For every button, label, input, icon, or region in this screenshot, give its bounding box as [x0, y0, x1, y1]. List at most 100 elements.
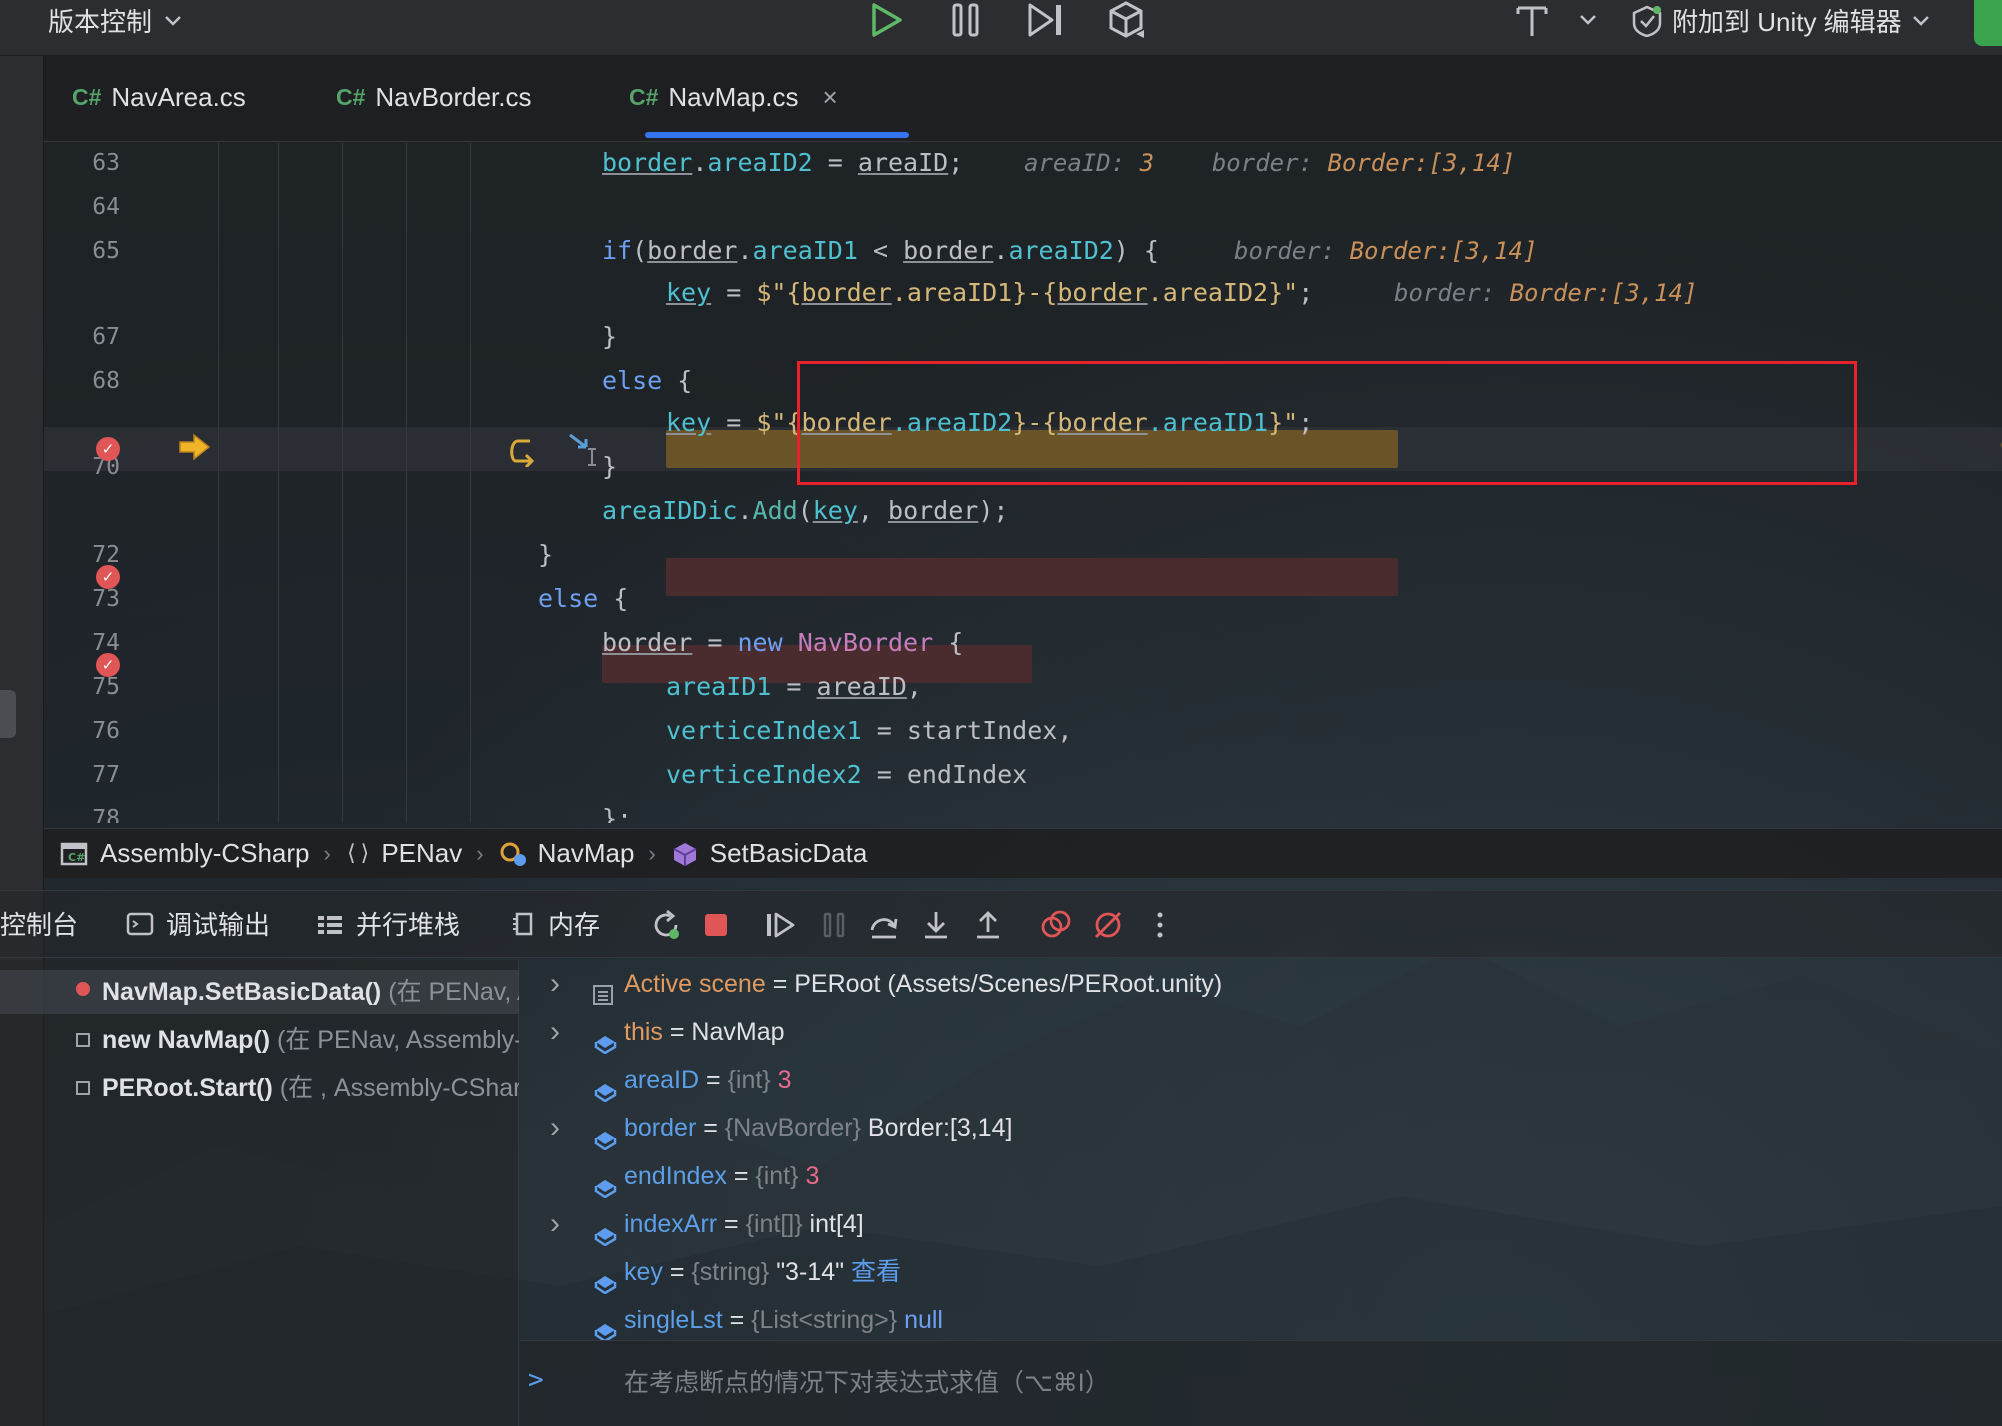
breakpoint-icon[interactable]: ✓	[96, 565, 120, 589]
frame-item[interactable]: new NavMap() (在 PENav, Assembly-CSharp)	[102, 1020, 519, 1060]
code-line[interactable]: 77 verticeIndex2 = endIndex	[44, 753, 2002, 797]
code-text[interactable]: areaID1 = areaID,	[666, 665, 922, 709]
code-text[interactable]: verticeIndex2 = endIndex	[666, 753, 1027, 797]
line-number[interactable]: 77	[44, 753, 120, 797]
debug-settings-button[interactable]	[1098, 0, 1154, 40]
attach-unity-button[interactable]: 附加到 Unity 编辑器	[1632, 2, 1930, 39]
breadcrumb-assembly[interactable]: C# Assembly-CSharp	[60, 838, 310, 869]
line-number[interactable]: 64	[44, 185, 120, 229]
active-frame-dot-icon	[76, 982, 90, 996]
code-token: ;	[948, 148, 964, 177]
set-next-statement-icon[interactable]	[566, 431, 606, 467]
line-number[interactable]: 68	[44, 359, 120, 403]
tab-debug-output[interactable]: 调试输出	[126, 905, 270, 942]
view-value-link[interactable]: 查看	[851, 1258, 901, 1286]
line-number[interactable]: 65	[44, 229, 120, 273]
code-token: (	[632, 236, 648, 265]
breadcrumb-class[interactable]: NavMap	[498, 838, 634, 869]
code-text[interactable]: border = new NavBorder {	[602, 621, 963, 665]
code-line[interactable]: key = $"{border.areaID1}-{border.areaID2…	[44, 271, 2002, 315]
chevron-right-icon[interactable]: ›	[550, 1200, 560, 1248]
variable-type: {int}	[727, 1066, 778, 1094]
breakpoint-icon[interactable]: ✓	[96, 437, 120, 461]
rerun-button[interactable]	[648, 907, 684, 943]
code-text[interactable]: border.areaID2 = areaID;	[602, 143, 963, 185]
run-button[interactable]	[858, 0, 914, 40]
variable-row[interactable]: singleLst = {List<string>} null	[520, 1296, 2002, 1340]
code-text[interactable]: }	[538, 533, 553, 577]
chevron-right-icon[interactable]: ›	[550, 1008, 560, 1056]
variable-row[interactable]: › border = {NavBorder} Border:[3,14]	[520, 1104, 2002, 1152]
chevron-right-icon[interactable]: ›	[550, 1104, 560, 1152]
step-button[interactable]	[1018, 0, 1074, 40]
code-line[interactable]: 63 border.areaID2 = areaID; areaID: 3 bord…	[44, 143, 2002, 185]
chevron-right-icon[interactable]: ›	[550, 960, 560, 1008]
pause-icon	[823, 912, 845, 938]
code-token: Add	[752, 496, 798, 525]
code-editor[interactable]: 63 border.areaID2 = areaID; areaID: 3 bord…	[44, 143, 2002, 823]
code-line[interactable]: 73 else {	[44, 577, 2002, 621]
breakpoint-icon[interactable]: ✓	[96, 653, 120, 677]
code-text[interactable]: if(border.areaID1 < border.areaID2) {	[602, 229, 1159, 273]
code-line[interactable]: 67}	[44, 315, 2002, 359]
code-text[interactable]: }	[602, 315, 617, 359]
line-number[interactable]: 63	[44, 143, 120, 185]
code-line[interactable]: 72}	[44, 533, 2002, 577]
tab-navborder[interactable]: C# NavBorder.cs	[336, 82, 531, 113]
step-out-button[interactable]	[970, 907, 1006, 943]
code-text[interactable]: verticeIndex1 = startIndex,	[666, 709, 1072, 753]
code-line[interactable]: 74 border = new NavBorder {	[44, 621, 2002, 665]
dropdown-button[interactable]	[1560, 0, 1616, 40]
code-text[interactable]: else {	[538, 577, 628, 621]
step-hook-icon[interactable]	[506, 433, 540, 467]
left-strip-indicator[interactable]	[0, 690, 16, 738]
variable-row[interactable]: key = {string} "3-14" 查看	[520, 1248, 2002, 1296]
frame-item[interactable]: PERoot.Start() (在 , Assembly-CSharp)	[102, 1068, 519, 1108]
view-breakpoints-button[interactable]	[1038, 907, 1074, 943]
code-line[interactable]: 65 if(border.areaID1 < border.areaID2) {b…	[44, 229, 2002, 273]
resume-button[interactable]	[762, 907, 798, 943]
code-line[interactable]: 64	[44, 185, 2002, 229]
stop-button[interactable]	[698, 907, 734, 943]
code-line[interactable]: 76 verticeIndex1 = startIndex,	[44, 709, 2002, 753]
vcs-menu[interactable]: 版本控制	[48, 2, 182, 39]
code-text[interactable]: key = $"{border.areaID1}-{border.areaID2…	[666, 271, 1313, 315]
run-indicator[interactable]	[1974, 0, 2002, 46]
tab-navarea[interactable]: C# NavArea.cs	[72, 82, 246, 113]
tab-navmap[interactable]: C# NavMap.cs ×	[629, 82, 838, 113]
code-line[interactable]: 78};	[44, 797, 2002, 823]
code-line[interactable]: 75 areaID1 = areaID,	[44, 665, 2002, 709]
code-text[interactable]: areaIDDic.Add(key, border);	[602, 489, 1008, 533]
pause-debug-button[interactable]	[816, 907, 852, 943]
code-token: .	[737, 496, 753, 525]
variable-row[interactable]: › Active scene = PERoot (Assets/Scenes/PE…	[520, 960, 2002, 1008]
tab-console[interactable]: 控制台	[0, 905, 78, 942]
close-icon[interactable]: ×	[822, 82, 837, 113]
line-number[interactable]: 78	[44, 797, 120, 823]
code-token: areaID2	[707, 148, 813, 177]
variable-text: Active scene = PERoot (Assets/Scenes/PER…	[624, 960, 1222, 1008]
tab-parallel-stacks[interactable]: 并行堆栈	[316, 905, 460, 942]
line-number[interactable]: 76	[44, 709, 120, 753]
evaluate-expression-input[interactable]: 在考虑断点的情况下对表达式求值（⌥⌘I）	[624, 1363, 1110, 1399]
step-into-button[interactable]	[918, 907, 954, 943]
code-token: border	[602, 148, 693, 177]
variable-row[interactable]: › this = NavMap	[520, 1008, 2002, 1056]
step-over-button[interactable]	[866, 907, 902, 943]
frame-item[interactable]: NavMap.SetBasicData() (在 PENav, Assembly…	[102, 972, 519, 1012]
code-text[interactable]: };	[602, 797, 632, 823]
pause-button[interactable]	[938, 0, 994, 40]
breadcrumb-namespace[interactable]: ⟨⟩ PENav	[345, 838, 462, 869]
variable-row[interactable]: endIndex = {int} 3	[520, 1152, 2002, 1200]
mute-breakpoints-button[interactable]	[1090, 907, 1126, 943]
font-button[interactable]	[1504, 0, 1560, 40]
line-number[interactable]: 67	[44, 315, 120, 359]
variable-row[interactable]: areaID = {int} 3	[520, 1056, 2002, 1104]
code-line[interactable]: areaIDDic.Add(key, border);	[44, 489, 2002, 533]
breadcrumb-method[interactable]: SetBasicData	[670, 838, 867, 869]
variable-row[interactable]: › indexArr = {int[]} int[4]	[520, 1200, 2002, 1248]
more-options-button[interactable]	[1142, 907, 1178, 943]
tab-memory[interactable]: 内存	[512, 905, 600, 942]
code-text[interactable]: else {	[602, 359, 692, 403]
evaluate-expression-bar[interactable]: > 在考虑断点的情况下对表达式求值（⌥⌘I）	[520, 1340, 2002, 1426]
